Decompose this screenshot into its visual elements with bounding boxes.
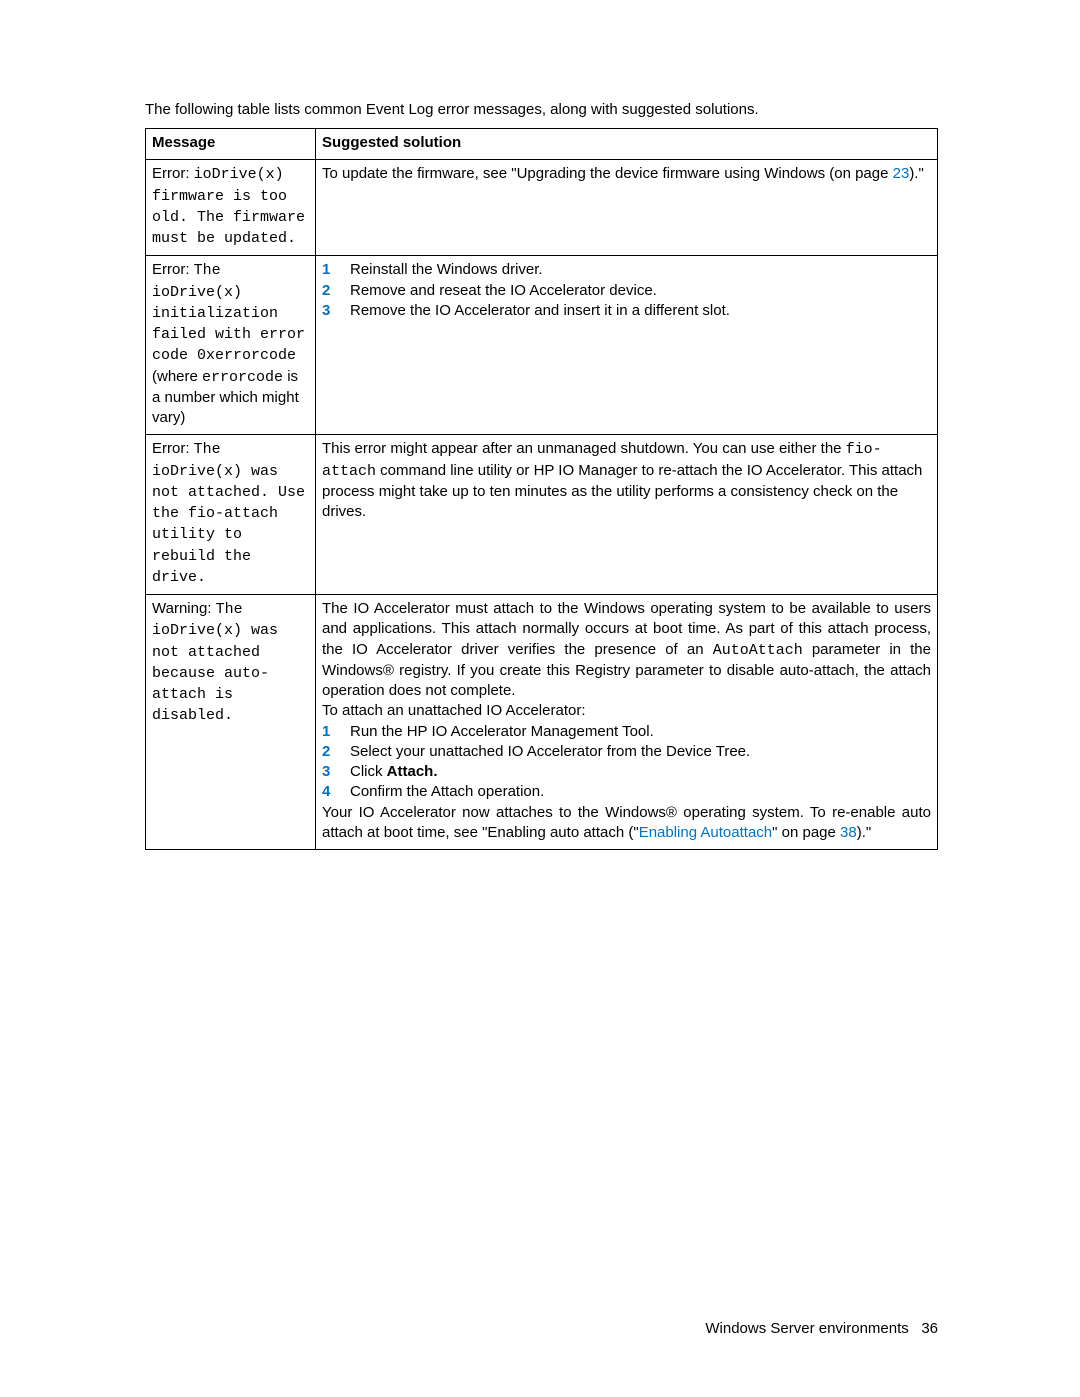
solution-text: ).": [909, 165, 924, 182]
step-item: Click Attach.: [322, 762, 931, 782]
ui-label: Attach.: [387, 763, 438, 780]
steps-list: Run the HP IO Accelerator Management Too…: [322, 722, 931, 803]
steps-list: Reinstall the Windows driver. Remove and…: [322, 260, 931, 321]
page-link[interactable]: 38: [840, 824, 857, 841]
step-item: Select your unattached IO Accelerator fr…: [322, 742, 931, 762]
severity-label: Warning:: [152, 600, 216, 617]
severity-label: Error:: [152, 165, 194, 182]
step-item: Confirm the Attach operation.: [322, 782, 931, 802]
solution-cell: To update the firmware, see "Upgrading t…: [316, 160, 938, 256]
error-table: Message Suggested solution Error: ioDriv…: [145, 128, 938, 850]
footer-section: Windows Server environments: [705, 1320, 908, 1337]
solution-cell: This error might appear after an unmanag…: [316, 435, 938, 595]
message-cell: Error: The ioDrive(x) initialization fai…: [146, 256, 316, 435]
solution-text: ).": [857, 824, 872, 841]
message-text: (where: [152, 368, 202, 385]
table-row: Error: ioDrive(x) firmware is too old. T…: [146, 160, 938, 256]
table-header-row: Message Suggested solution: [146, 129, 938, 160]
solution-code: AutoAttach: [713, 642, 803, 659]
table-row: Warning: The ioDrive(x) was not attached…: [146, 595, 938, 850]
message-cell: Warning: The ioDrive(x) was not attached…: [146, 595, 316, 850]
solution-paragraph: To attach an unattached IO Accelerator:: [322, 701, 931, 721]
solution-cell: Reinstall the Windows driver. Remove and…: [316, 256, 938, 435]
solution-text: To update the firmware, see "Upgrading t…: [322, 165, 893, 182]
severity-label: Error:: [152, 440, 194, 457]
intro-text: The following table lists common Event L…: [145, 101, 938, 118]
step-item: Remove and reseat the IO Accelerator dev…: [322, 281, 931, 301]
message-code: The ioDrive(x) was not attached. Use the…: [152, 441, 305, 586]
solution-text: " on page: [772, 824, 840, 841]
page-link[interactable]: 23: [893, 165, 910, 182]
page-footer: Windows Server environments 36: [705, 1320, 938, 1337]
solution-text: This error might appear after an unmanag…: [322, 440, 846, 457]
message-code: errorcode: [202, 369, 283, 386]
page-content: The following table lists common Event L…: [0, 0, 1080, 850]
solution-text: command line utility or HP IO Manager to…: [322, 462, 922, 521]
message-cell: Error: ioDrive(x) firmware is too old. T…: [146, 160, 316, 256]
step-item: Reinstall the Windows driver.: [322, 260, 931, 280]
step-item: Remove the IO Accelerator and insert it …: [322, 301, 931, 321]
solution-cell: The IO Accelerator must attach to the Wi…: [316, 595, 938, 850]
severity-label: Error:: [152, 261, 194, 278]
header-message: Message: [146, 129, 316, 160]
solution-paragraph: The IO Accelerator must attach to the Wi…: [322, 599, 931, 701]
step-text: Click: [350, 763, 387, 780]
header-solution: Suggested solution: [316, 129, 938, 160]
footer-page-number: 36: [921, 1320, 938, 1337]
table-row: Error: The ioDrive(x) initialization fai…: [146, 256, 938, 435]
solution-paragraph: Your IO Accelerator now attaches to the …: [322, 803, 931, 844]
message-code: The ioDrive(x) was not attached because …: [152, 601, 278, 724]
cross-ref-link[interactable]: Enabling Autoattach: [639, 824, 772, 841]
table-row: Error: The ioDrive(x) was not attached. …: [146, 435, 938, 595]
step-item: Run the HP IO Accelerator Management Too…: [322, 722, 931, 742]
message-cell: Error: The ioDrive(x) was not attached. …: [146, 435, 316, 595]
